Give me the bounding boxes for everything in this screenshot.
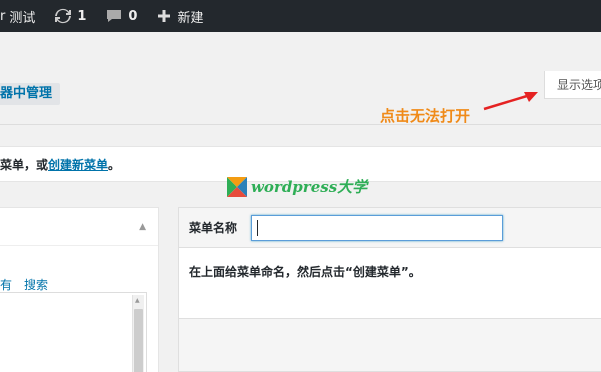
- text-caret: [257, 220, 258, 236]
- menu-name-row: 菜单名称: [179, 208, 601, 248]
- new-label: 新建: [177, 10, 204, 26]
- tab-search[interactable]: 搜索: [24, 276, 48, 293]
- admin-bar: r 测试 1 0 新建: [0, 0, 601, 32]
- collapse-arrow-icon[interactable]: ▲: [139, 222, 146, 232]
- manage-with-live-preview-link[interactable]: 器中管理: [0, 83, 61, 105]
- tab-view-all[interactable]: 有: [0, 276, 12, 293]
- watermark: wordpress大学: [227, 176, 367, 197]
- screen-options-button[interactable]: 显示选项: [544, 71, 601, 99]
- item-tabs: 有 搜索: [0, 276, 48, 293]
- annotation-text: 点击无法打开: [380, 107, 471, 125]
- page-header: 器中管理 显示选项 点击无法打开: [0, 32, 601, 125]
- arrow-annotation-icon: [483, 92, 538, 111]
- menu-name-label: 菜单名称: [189, 221, 238, 235]
- accordion-section-header[interactable]: ▲: [0, 208, 158, 246]
- create-new-menu-link[interactable]: 创建新菜单: [48, 158, 108, 172]
- site-name-fragment: r: [0, 8, 6, 24]
- site-name: 测试: [9, 10, 36, 26]
- site-name-link[interactable]: r 测试: [0, 7, 35, 26]
- scroll-up-icon[interactable]: ▲: [135, 297, 140, 304]
- watermark-text: wordpress大学: [251, 178, 368, 196]
- comment-icon: [106, 8, 122, 24]
- updates-link[interactable]: 1: [55, 8, 86, 24]
- comments-link[interactable]: 0: [106, 8, 137, 24]
- menu-footer: [179, 319, 601, 371]
- comments-count: 0: [128, 8, 138, 24]
- notice-suffix: 。: [108, 158, 121, 172]
- new-content-link[interactable]: 新建: [157, 7, 203, 26]
- updates-count: 1: [77, 8, 87, 24]
- menu-instructions: 在上面给菜单命名，然后点击“创建菜单”。: [179, 248, 601, 319]
- wordpress-daxue-logo-icon: [227, 176, 247, 197]
- refresh-icon: [55, 8, 72, 24]
- menu-edit-panel: 菜单名称 在上面给菜单命名，然后点击“创建菜单”。: [178, 207, 601, 372]
- menu-name-input[interactable]: [251, 215, 503, 241]
- scrollbar[interactable]: ▲: [132, 295, 144, 372]
- notice-prefix: 菜单，或: [0, 158, 49, 172]
- scrollbar-thumb[interactable]: [134, 309, 143, 372]
- plus-icon: [157, 9, 171, 23]
- items-checklist: ▲: [0, 292, 147, 372]
- add-items-panel: ▲ 有 搜索 ▲: [0, 207, 159, 372]
